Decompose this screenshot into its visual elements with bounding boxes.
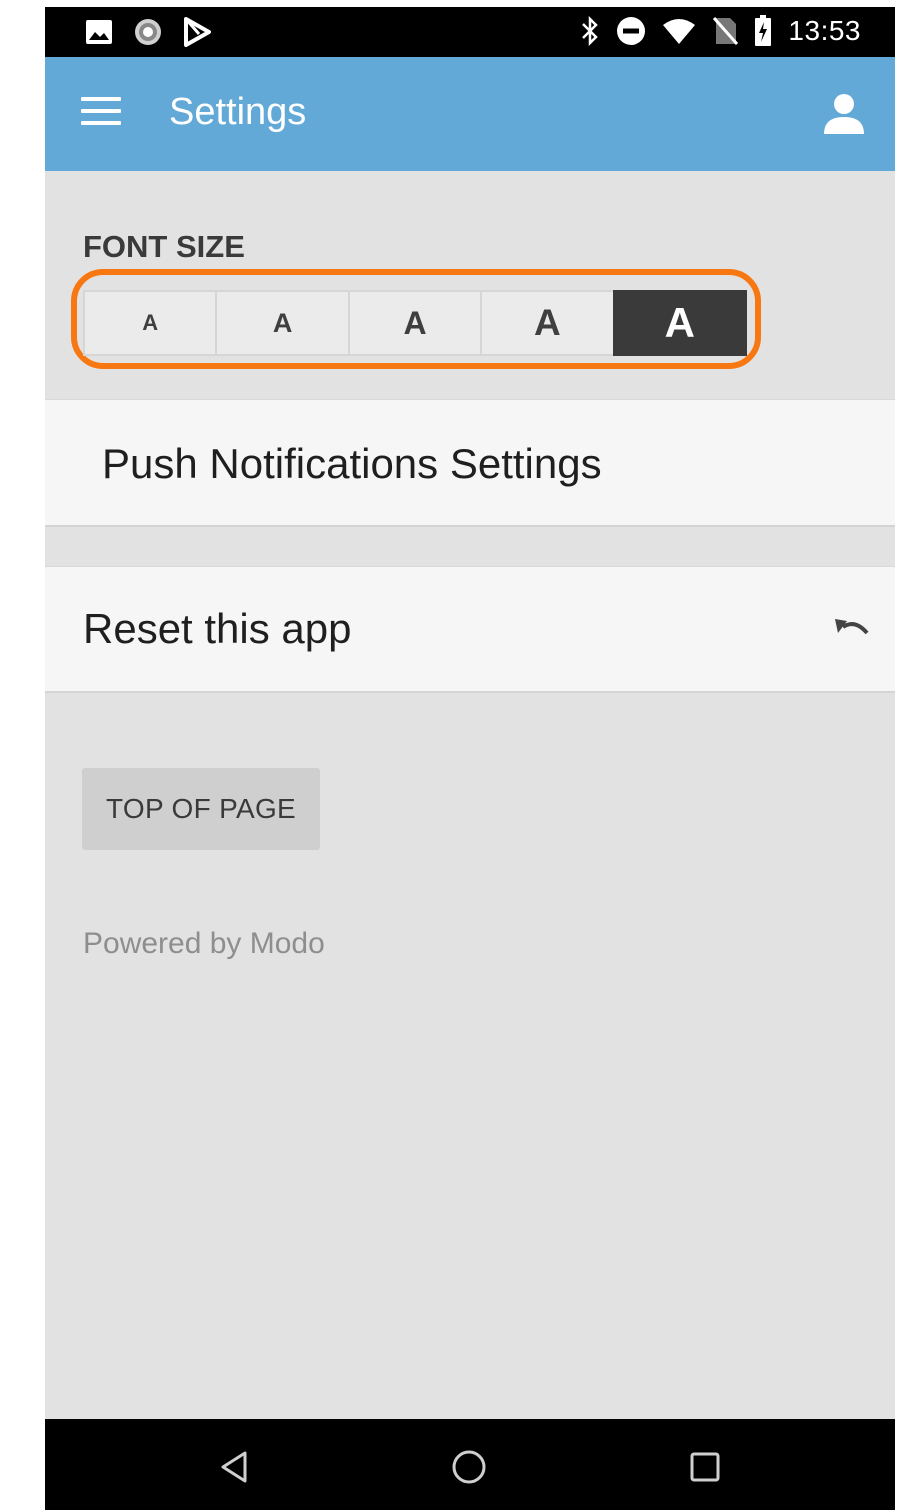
home-icon[interactable] <box>449 1447 489 1487</box>
font-size-option-3[interactable]: A <box>347 290 483 356</box>
reset-app-label: Reset this app <box>83 605 352 652</box>
do-not-disturb-icon <box>617 17 646 45</box>
no-sim-icon <box>713 17 739 45</box>
battery-charging-icon <box>755 15 772 46</box>
font-size-option-2[interactable]: A <box>215 290 350 356</box>
app-bar: Settings <box>45 57 895 171</box>
phone-screen: 13:53 Settings FONT SIZE A A A A A Push … <box>45 7 895 1510</box>
image-icon <box>86 20 112 44</box>
sync-icon <box>135 19 161 45</box>
push-notifications-label: Push Notifications Settings <box>102 440 602 487</box>
person-icon[interactable] <box>823 93 865 135</box>
font-size-label: FONT SIZE <box>83 229 245 264</box>
font-size-selector: A A A A A <box>83 290 748 356</box>
recents-icon[interactable] <box>685 1447 725 1487</box>
undo-icon[interactable] <box>833 615 873 645</box>
top-of-page-button[interactable]: TOP OF PAGE <box>82 768 320 850</box>
push-notifications-row[interactable]: Push Notifications Settings <box>45 399 895 527</box>
reset-app-row[interactable]: Reset this app <box>45 566 895 693</box>
navigation-bar <box>45 1419 895 1510</box>
page-title: Settings <box>169 91 307 133</box>
font-size-option-1[interactable]: A <box>83 290 218 356</box>
status-time: 13:53 <box>788 15 861 46</box>
bluetooth-icon <box>582 16 599 46</box>
wifi-icon <box>663 19 696 44</box>
status-bar: 13:53 <box>45 7 895 57</box>
hamburger-menu-icon[interactable] <box>81 97 121 131</box>
powered-by-text: Powered by Modo <box>83 927 325 960</box>
font-size-option-4[interactable]: A <box>480 290 615 356</box>
font-size-option-5[interactable]: A <box>612 290 748 356</box>
back-icon[interactable] <box>215 1447 255 1487</box>
play-store-icon <box>184 17 211 47</box>
